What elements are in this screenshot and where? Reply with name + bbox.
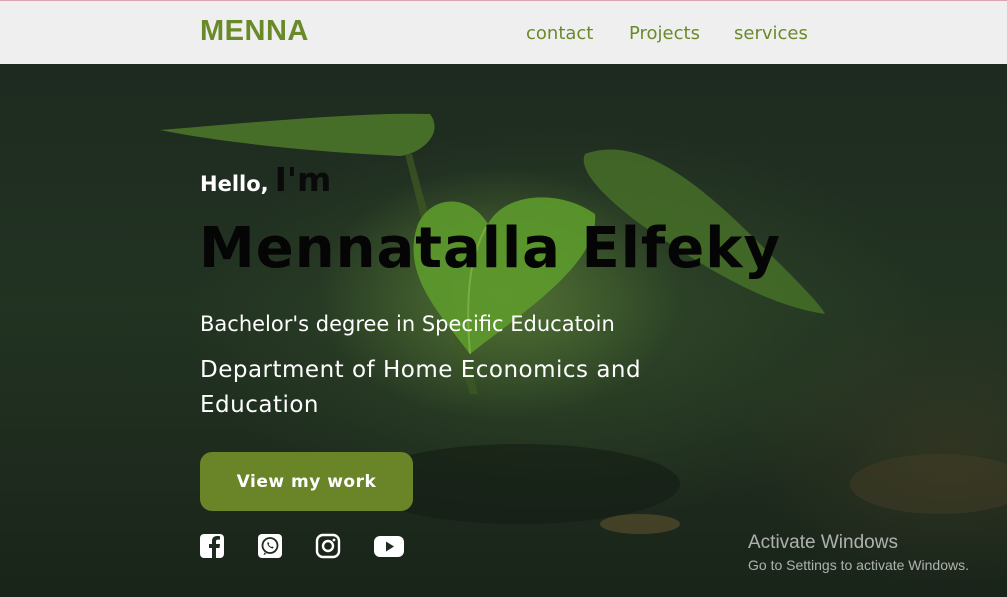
- brand-logo[interactable]: MENNA: [200, 15, 309, 48]
- navbar: MENNA contact Projects services: [0, 0, 1007, 64]
- youtube-icon[interactable]: [373, 533, 404, 559]
- hero-section: Hello, I'm Mennatalla Elfeky Bachelor's d…: [0, 64, 1007, 597]
- facebook-icon[interactable]: [199, 533, 229, 559]
- nav-link-projects[interactable]: Projects: [629, 23, 700, 44]
- view-my-work-button[interactable]: View my work: [200, 452, 413, 511]
- nav-link-contact[interactable]: contact: [526, 23, 593, 44]
- hero-department: Department of Home Economics and Educati…: [200, 357, 642, 418]
- whatsapp-icon[interactable]: [257, 533, 287, 559]
- instagram-icon[interactable]: [315, 533, 345, 559]
- greeting-text: Hello,: [200, 172, 269, 196]
- greeting-emphasis: I'm: [274, 160, 332, 199]
- windows-activation-watermark: Activate Windows Go to Settings to activ…: [748, 532, 969, 573]
- hero-degree: Bachelor's degree in Specific Educatoin: [200, 312, 615, 336]
- watermark-subtitle: Go to Settings to activate Windows.: [748, 557, 969, 573]
- nav-link-services[interactable]: services: [734, 23, 808, 44]
- hero-name: Mennatalla Elfeky: [199, 216, 782, 281]
- watermark-title: Activate Windows: [748, 532, 898, 553]
- hero-greeting: Hello, I'm: [200, 160, 331, 199]
